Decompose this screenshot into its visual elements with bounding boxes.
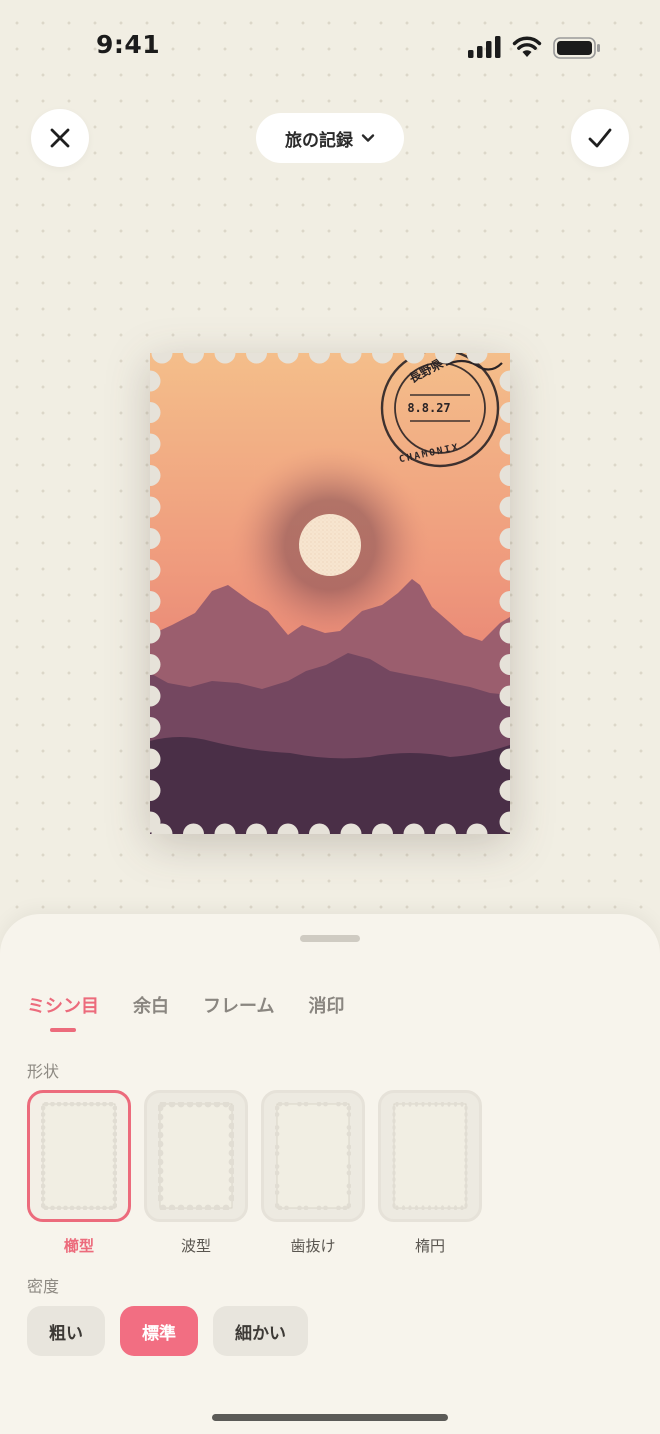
shape-option-label: 波型	[180, 1237, 211, 1255]
shape-preview-oval	[378, 1090, 482, 1222]
tab-perforation[interactable]: ミシン目	[27, 992, 99, 1032]
battery-icon	[553, 37, 600, 59]
album-selector[interactable]: 旅の記録	[256, 113, 404, 163]
album-title: 旅の記録	[285, 130, 353, 151]
tab-postmark[interactable]: 消印	[308, 992, 344, 1018]
checkmark-icon	[588, 128, 612, 148]
cellular-signal-icon	[468, 36, 501, 58]
shape-section-label: 形状	[27, 1062, 60, 1081]
status-bar: 9:41	[0, 0, 660, 96]
status-time: 9:41	[96, 30, 161, 59]
shape-option-wave[interactable]: 波型	[144, 1090, 248, 1256]
density-options: 粗い 標準 細かい	[27, 1306, 308, 1356]
sun	[299, 514, 361, 576]
shape-option-label: 櫛型	[63, 1237, 94, 1255]
shape-preview-comb	[27, 1090, 131, 1222]
close-button[interactable]	[31, 109, 89, 167]
shape-option-gap[interactable]: 歯抜け	[261, 1090, 365, 1256]
chevron-down-icon	[361, 134, 375, 142]
close-icon	[50, 128, 70, 148]
edit-sheet: ミシン目 余白 フレーム 消印 形状 櫛型 波型 歯抜け 楕円 密度 粗い 標準…	[0, 914, 660, 1434]
density-coarse-button[interactable]: 粗い	[27, 1306, 105, 1356]
density-section-label: 密度	[27, 1277, 60, 1296]
tab-margin[interactable]: 余白	[133, 992, 169, 1018]
stamp-preview: 8.8.27 CHAMONIX 長野県	[150, 353, 510, 834]
sheet-handle[interactable]	[300, 935, 360, 942]
shape-option-label: 歯抜け	[290, 1237, 336, 1255]
density-standard-button[interactable]: 標準	[120, 1306, 198, 1356]
shape-option-label: 楕円	[414, 1237, 445, 1255]
confirm-button[interactable]	[571, 109, 629, 167]
tab-frame[interactable]: フレーム	[203, 992, 274, 1018]
shape-preview-gap	[261, 1090, 365, 1222]
postmark-date: 8.8.27	[407, 401, 450, 415]
shape-option-oval[interactable]: 楕円	[378, 1090, 482, 1256]
shape-options: 櫛型 波型 歯抜け 楕円	[27, 1090, 482, 1256]
shape-preview-wave	[144, 1090, 248, 1222]
shape-option-comb[interactable]: 櫛型	[27, 1090, 131, 1256]
density-fine-button[interactable]: 細かい	[213, 1306, 308, 1356]
home-indicator[interactable]	[212, 1414, 448, 1421]
wifi-icon	[512, 36, 542, 57]
edit-tabs: ミシン目 余白 フレーム 消印	[27, 992, 344, 1032]
